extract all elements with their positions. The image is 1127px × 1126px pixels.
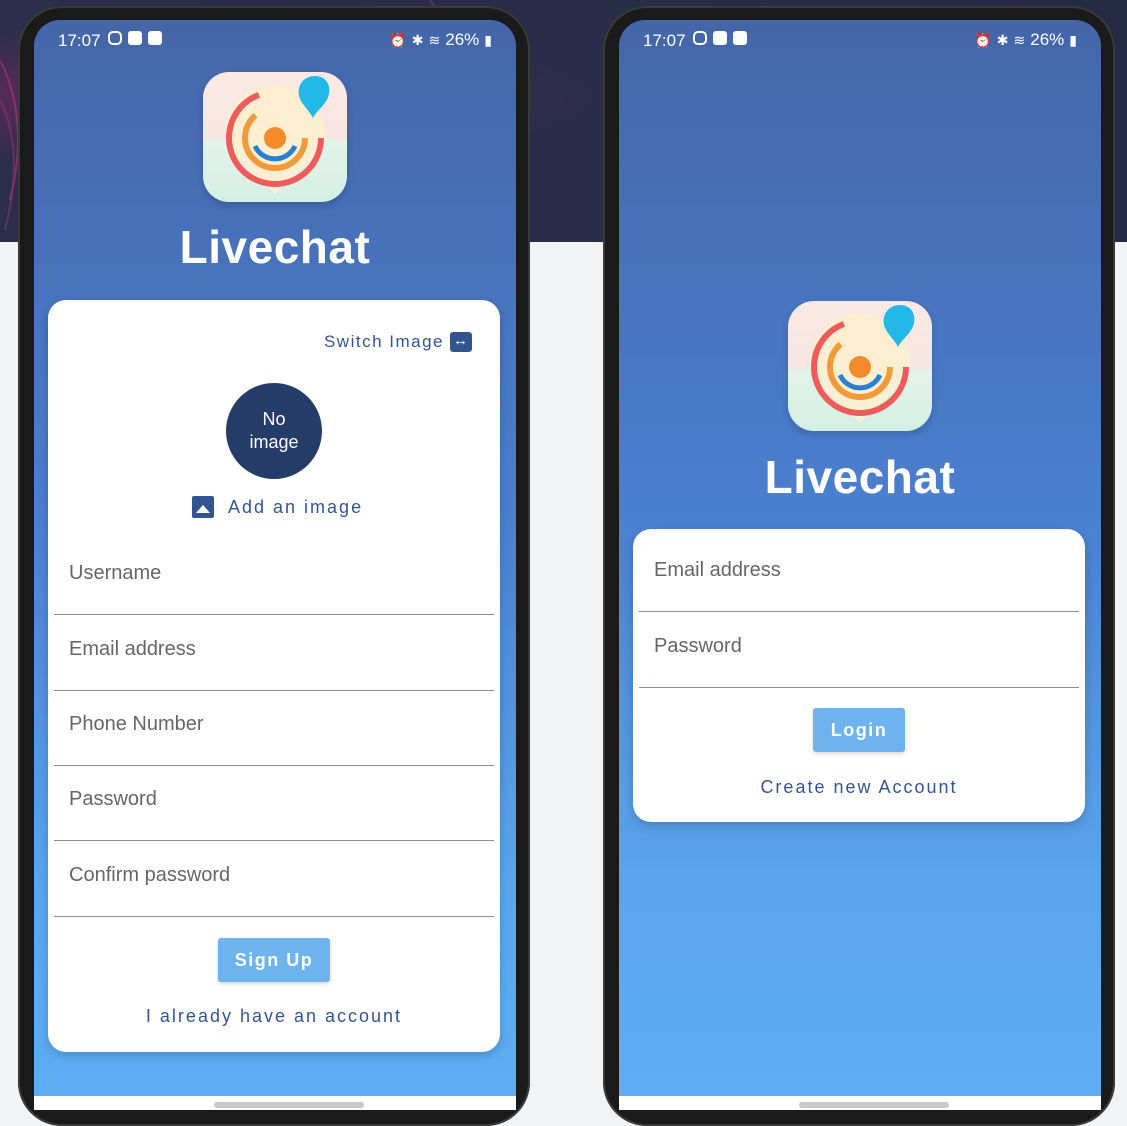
instagram-icon xyxy=(108,31,122,45)
wifi-signal-icon: ≋ xyxy=(1013,31,1026,48)
login-card: Email address Password Login Create new … xyxy=(633,529,1085,822)
status-time: 17:07 xyxy=(58,31,101,50)
gallery-icon xyxy=(148,31,162,45)
home-indicator[interactable] xyxy=(214,1102,364,1108)
switch-camera-icon xyxy=(450,332,472,352)
confirm-password-label: Confirm password xyxy=(69,864,231,886)
sign-up-button[interactable]: Sign Up xyxy=(218,938,330,982)
add-image-label: Add an image xyxy=(228,496,364,517)
app-title: Livechat xyxy=(764,451,956,503)
password-label: Password xyxy=(654,635,742,657)
bluetooth-icon: ✱ xyxy=(996,31,1009,48)
confirm-password-field[interactable]: Confirm password xyxy=(54,840,494,917)
status-bar: 17:07 ⏰ ✱ ≋ 26% ▮ xyxy=(619,20,1101,62)
avatar-placeholder[interactable]: No image xyxy=(226,383,322,479)
login-button[interactable]: Login xyxy=(813,708,905,752)
app-logo xyxy=(788,301,932,431)
instagram-icon xyxy=(693,31,707,45)
switch-image-button[interactable]: Switch Image xyxy=(324,332,472,352)
signup-screen: 17:07 ⏰ ✱ ≋ 26% ▮ Livechat Switch Image … xyxy=(34,20,516,1110)
email-field[interactable]: Email address xyxy=(639,535,1079,612)
already-have-account-link[interactable]: I already have an account xyxy=(48,1006,500,1027)
status-bar: 17:07 ⏰ ✱ ≋ 26% ▮ xyxy=(34,20,516,62)
app-logo xyxy=(203,72,347,202)
battery-level: 26% xyxy=(445,30,480,49)
phone-label: Phone Number xyxy=(69,713,204,735)
app-title: Livechat xyxy=(179,221,371,273)
bluetooth-icon: ✱ xyxy=(411,31,424,48)
phone-login: 17:07 ⏰ ✱ ≋ 26% ▮ Livechat Email address… xyxy=(603,6,1115,1126)
avatar-text-line2: image xyxy=(249,432,299,452)
notification-icon xyxy=(128,31,142,45)
phone-field[interactable]: Phone Number xyxy=(54,689,494,766)
signup-card: Switch Image No image Add an image Usern… xyxy=(48,300,500,1052)
location-target-icon xyxy=(810,305,915,423)
password-field[interactable]: Password xyxy=(639,611,1079,688)
phone-signup: 17:07 ⏰ ✱ ≋ 26% ▮ Livechat Switch Image … xyxy=(18,6,530,1126)
avatar-text-line1: No xyxy=(262,408,286,429)
gallery-icon xyxy=(733,31,747,45)
status-time: 17:07 xyxy=(643,31,686,50)
battery-icon: ▮ xyxy=(484,31,492,48)
image-icon xyxy=(192,496,214,518)
password-label: Password xyxy=(69,788,157,810)
notification-icon xyxy=(713,31,727,45)
email-field[interactable]: Email address xyxy=(54,614,494,691)
battery-icon: ▮ xyxy=(1069,31,1077,48)
password-field[interactable]: Password xyxy=(54,764,494,841)
email-label: Email address xyxy=(69,638,196,660)
location-target-icon xyxy=(225,76,330,194)
alarm-icon: ⏰ xyxy=(389,31,407,48)
create-account-link[interactable]: Create new Account xyxy=(633,777,1085,798)
switch-image-label: Switch Image xyxy=(323,332,444,351)
home-indicator[interactable] xyxy=(799,1102,949,1108)
add-image-button[interactable]: Add an image xyxy=(192,496,363,518)
email-label: Email address xyxy=(654,559,781,581)
username-label: Username xyxy=(69,562,162,584)
login-screen: 17:07 ⏰ ✱ ≋ 26% ▮ Livechat Email address… xyxy=(619,20,1101,1110)
alarm-icon: ⏰ xyxy=(974,31,992,48)
username-field[interactable]: Username xyxy=(54,538,494,615)
battery-level: 26% xyxy=(1030,30,1065,49)
wifi-signal-icon: ≋ xyxy=(428,31,441,48)
